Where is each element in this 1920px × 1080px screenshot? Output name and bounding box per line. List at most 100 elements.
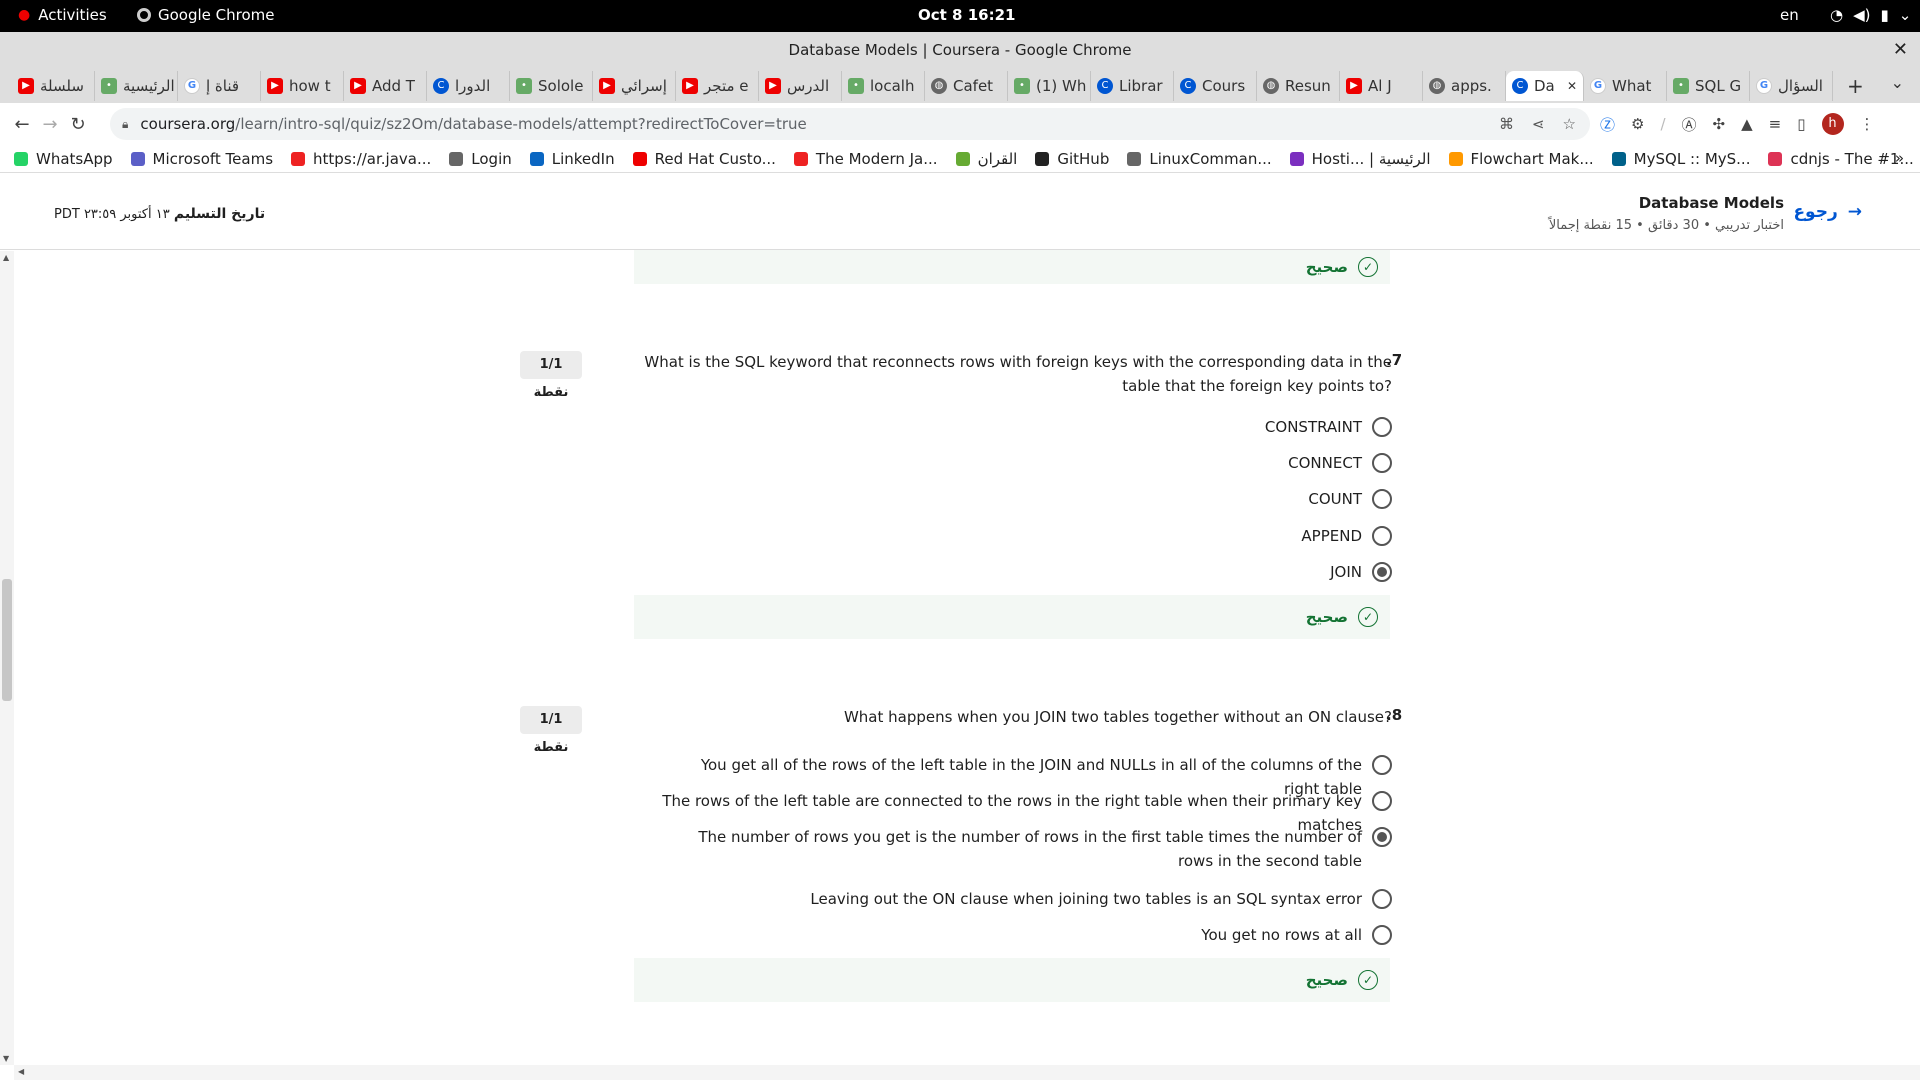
bookmark-item[interactable]: Microsoft Teams [130,150,273,168]
extension-slash-icon[interactable]: / [1660,115,1665,133]
browser-tab[interactable]: • SQL G [1667,70,1750,101]
back-arrow-icon[interactable]: ← [8,114,36,135]
answer-option[interactable]: JOIN [1330,560,1392,584]
scroll-thumb[interactable] [2,579,12,701]
browser-tab[interactable]: • الرئيسية [95,70,178,101]
browser-tab[interactable]: • (1) Wh [1008,70,1091,101]
bookmark-item[interactable]: Flowchart Mak... [1448,150,1594,168]
radio-icon[interactable] [1372,526,1392,546]
close-icon[interactable]: ✕ [1893,32,1908,68]
browser-tab[interactable]: C Librar [1091,70,1174,101]
answer-option[interactable]: APPEND [1301,524,1392,548]
answer-option[interactable]: You get no rows at all [1201,923,1392,947]
new-tab-icon[interactable]: + [1847,74,1864,98]
bookmark-item[interactable]: Red Hat Custo... [632,150,776,168]
tab-search-icon[interactable]: ⌄ [1891,73,1904,92]
more-bookmarks-icon[interactable]: » [1895,149,1904,167]
activities-button[interactable]: ● Activities [18,6,107,24]
browser-tab[interactable]: G What [1584,70,1667,101]
answer-option[interactable]: COUNT [1308,487,1392,511]
profile-avatar[interactable]: h [1821,113,1844,135]
translate-icon[interactable]: ⌘ [1499,115,1514,133]
bookmark-item[interactable]: MySQL :: MyS... [1611,150,1750,168]
browser-tab[interactable]: ◍ Resun [1257,70,1340,101]
tab-label: Resun [1285,76,1331,95]
app-menu[interactable]: Google Chrome [137,6,275,24]
answer-option[interactable]: CONSTRAINT [1265,415,1392,439]
feedback-label: صحيح [1305,608,1348,626]
browser-tab[interactable]: C الدورا [427,70,510,101]
browser-tab[interactable]: ◍ Cafet [925,70,1008,101]
bookmark-item[interactable]: WhatsApp [14,150,113,168]
bookmark-item[interactable]: Login [449,150,512,168]
answer-option[interactable]: The number of rows you get is the number… [662,825,1392,873]
extension-z-icon[interactable]: Ⓩ [1600,114,1615,135]
browser-tab[interactable]: ▶ سلسلة [12,70,95,101]
puzzle-icon[interactable]: ✣ [1713,115,1726,133]
url-path: /learn/intro-sql/quiz/sz2Om/database-mod… [235,115,807,133]
share-icon[interactable]: ⋖ [1532,115,1545,133]
browser-tab[interactable]: G السؤال [1750,70,1833,101]
flask-icon[interactable]: ▲ [1741,115,1753,133]
check-circle-icon: ✓ [1358,970,1378,990]
radio-icon[interactable] [1372,417,1392,437]
browser-tab[interactable]: • Solole [510,70,593,101]
browser-tab[interactable]: ▶ إسرائي [593,70,676,101]
check-circle-icon: ✓ [1358,607,1378,627]
radio-icon[interactable] [1372,925,1392,945]
bookmark-item[interactable]: القران [955,150,1017,168]
bookmark-item[interactable]: cdnjs - The #1... [1768,150,1914,168]
radio-selected-icon[interactable] [1372,562,1392,582]
radio-icon[interactable] [1372,453,1392,473]
menu-kebab-icon[interactable]: ⋮ [1860,115,1875,133]
tab-label: الدرس [787,76,830,95]
scroll-down-icon[interactable]: ▼ [3,1054,9,1063]
radio-selected-icon[interactable] [1372,827,1392,847]
tab-strip: ▶ سلسلة • الرئيسية G قناة إ ▶ how t ▶ Add T C الدور… [0,68,1920,103]
bookmark-item[interactable]: The Modern Ja... [793,150,938,168]
system-tray[interactable]: ◔ ◀) ▮ ⌄ [1830,6,1911,24]
extension-gear-icon[interactable]: ⚙ [1631,115,1644,133]
browser-tab[interactable]: ▶ Add T [344,70,427,101]
url-host: coursera.org [140,115,236,133]
radio-icon[interactable] [1372,889,1392,909]
answer-option[interactable]: CONNECT [1288,451,1392,475]
horizontal-scrollbar[interactable]: ◀ [14,1065,1920,1080]
browser-tab[interactable]: ▶ how t [261,70,344,101]
browser-tab[interactable]: ▶ Al J [1340,70,1423,101]
bookmark-item[interactable]: GitHub [1035,150,1109,168]
back-link[interactable]: رجوع → [1793,202,1862,222]
address-bar[interactable]: 🔒︎ coursera.org /learn/intro-sql/quiz/sz… [110,108,1590,140]
browser-tab[interactable]: ▶ الدرس [759,70,842,101]
browser-tab[interactable]: G قناة إ [178,70,261,101]
radio-icon[interactable] [1372,791,1392,811]
answer-option[interactable]: Leaving out the ON clause when joining t… [810,887,1392,911]
forward-arrow-icon[interactable]: → [36,114,64,135]
radio-icon[interactable] [1372,489,1392,509]
browser-tab[interactable]: C Cours [1174,70,1257,101]
extension-a-icon[interactable]: Ⓐ [1682,114,1697,135]
tab-close-icon[interactable]: ✕ [1567,79,1577,93]
media-icon[interactable]: ≡ [1769,115,1782,133]
bookmark-favicon-icon [1768,151,1783,166]
browser-tab[interactable]: ▶ متجر e [676,70,759,101]
radio-icon[interactable] [1372,755,1392,775]
reload-icon[interactable]: ↻ [64,114,92,135]
scroll-up-icon[interactable]: ▲ [3,253,9,262]
side-panel-icon[interactable]: ▯ [1797,115,1805,133]
bookmark-item[interactable]: https://ar.java... [291,150,431,168]
scroll-left-icon[interactable]: ◀ [18,1067,24,1076]
bookmark-item[interactable]: LinkedIn [529,150,615,168]
browser-tab[interactable]: ◍ apps. [1423,70,1506,101]
clock[interactable]: Oct 8 16:21 [918,6,1015,24]
keyboard-layout[interactable]: en [1780,6,1799,24]
tab-label: الدورا [455,76,491,95]
tab-label: Al J [1368,76,1392,95]
browser-tab[interactable]: C Da ✕ [1506,70,1584,101]
browser-tab[interactable]: • localh [842,70,925,101]
battery-icon: ▮ [1880,6,1889,24]
bookmark-item[interactable]: LinuxComman... [1127,150,1272,168]
bookmark-star-icon[interactable]: ☆ [1563,115,1576,133]
vertical-scrollbar[interactable]: ▲ ▼ [0,251,14,1065]
bookmark-item[interactable]: Hosti... | الرئيسية [1289,150,1431,168]
